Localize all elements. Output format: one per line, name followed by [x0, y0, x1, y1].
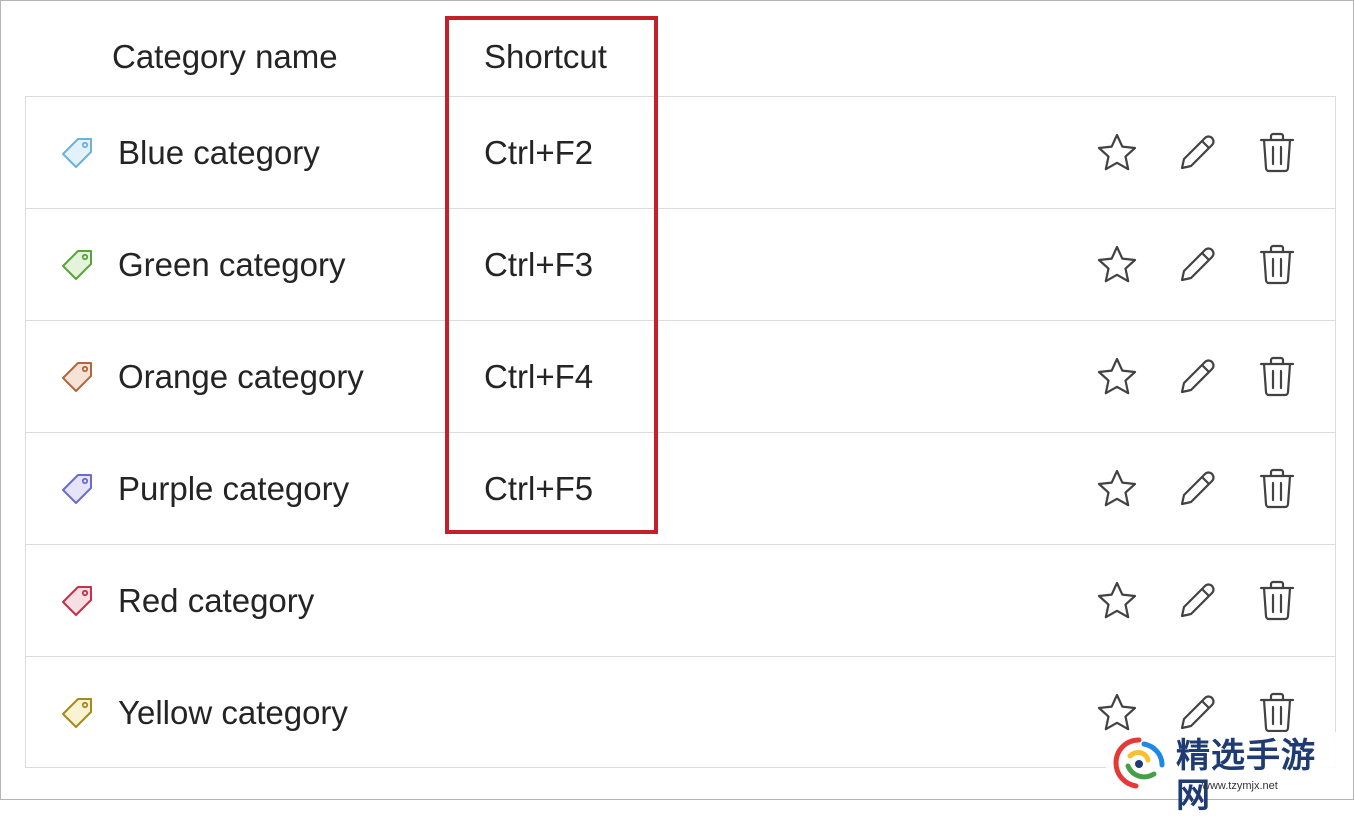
tag-icon: [60, 583, 96, 619]
watermark-logo-icon: [1113, 737, 1165, 789]
star-icon[interactable]: [1094, 578, 1140, 624]
category-row[interactable]: Blue category Ctrl+F2: [26, 97, 1335, 209]
star-icon[interactable]: [1094, 130, 1140, 176]
pencil-icon[interactable]: [1174, 354, 1220, 400]
category-row[interactable]: Green category Ctrl+F3: [26, 209, 1335, 321]
category-name: Green category: [118, 246, 346, 283]
tag-icon: [60, 247, 96, 283]
star-icon[interactable]: [1094, 466, 1140, 512]
category-shortcut: Ctrl+F2: [484, 134, 594, 171]
pencil-icon[interactable]: [1174, 690, 1220, 736]
trash-icon[interactable]: [1254, 466, 1300, 512]
pencil-icon[interactable]: [1174, 242, 1220, 288]
star-icon[interactable]: [1094, 354, 1140, 400]
category-shortcut: Ctrl+F5: [484, 470, 594, 507]
trash-icon[interactable]: [1254, 130, 1300, 176]
tag-icon: [60, 471, 96, 507]
column-header-category-name: Category name: [112, 38, 338, 75]
category-row[interactable]: Red category: [26, 545, 1335, 657]
category-name: Yellow category: [118, 694, 348, 731]
column-header-shortcut: Shortcut: [484, 38, 607, 75]
category-row[interactable]: Purple category Ctrl+F5: [26, 433, 1335, 545]
category-name: Orange category: [118, 358, 364, 395]
category-name: Purple category: [118, 470, 350, 507]
trash-icon[interactable]: [1254, 690, 1300, 736]
trash-icon[interactable]: [1254, 354, 1300, 400]
pencil-icon[interactable]: [1174, 130, 1220, 176]
watermark-url: www.tzymjx.net: [1202, 780, 1278, 792]
pencil-icon[interactable]: [1174, 578, 1220, 624]
category-name: Red category: [118, 582, 315, 619]
watermark: 精选手游网 www.tzymjx.net: [1106, 732, 1350, 816]
category-row[interactable]: Orange category Ctrl+F4: [26, 321, 1335, 433]
trash-icon[interactable]: [1254, 242, 1300, 288]
star-icon[interactable]: [1094, 242, 1140, 288]
tag-icon: [60, 135, 96, 171]
category-name: Blue category: [118, 134, 320, 171]
tag-icon: [60, 359, 96, 395]
categories-table: Blue category Ctrl+F2 Green category Ctrl+F…: [25, 96, 1336, 768]
watermark-text: 精选手游网: [1176, 736, 1316, 816]
pencil-icon[interactable]: [1174, 466, 1220, 512]
category-shortcut: Ctrl+F3: [484, 246, 594, 283]
star-icon[interactable]: [1094, 690, 1140, 736]
tag-icon: [60, 695, 96, 731]
trash-icon[interactable]: [1254, 578, 1300, 624]
category-shortcut: Ctrl+F4: [484, 358, 594, 395]
